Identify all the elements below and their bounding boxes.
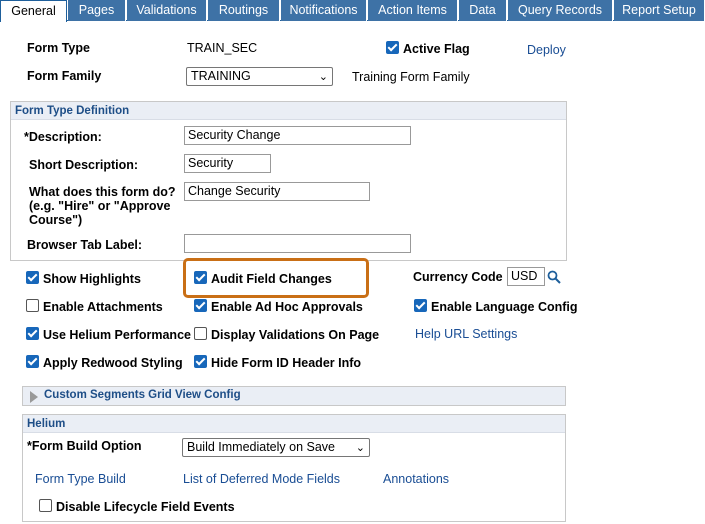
what-label-line-3: Course") xyxy=(29,213,83,227)
enable-language-checkbox[interactable] xyxy=(414,299,427,312)
tab-report-setup[interactable]: Report Setup xyxy=(614,0,705,21)
form-build-option-value: Build Immediately on Save xyxy=(187,440,335,454)
form-type-label: Form Type xyxy=(27,41,90,55)
form-family-description: Training Form Family xyxy=(352,70,470,84)
currency-code-label: Currency Code xyxy=(413,270,503,284)
what-does-form-do-label: What does this form do? (e.g. "Hire" or … xyxy=(29,185,176,227)
apply-redwood-checkbox[interactable] xyxy=(26,355,39,368)
tab-bar: General Pages Validations Routings Notif… xyxy=(0,0,705,22)
display-validations-checkbox[interactable] xyxy=(194,327,207,340)
apply-redwood-label: Apply Redwood Styling xyxy=(43,356,183,370)
custom-segments-section[interactable]: Custom Segments Grid View Config xyxy=(22,386,566,406)
active-flag-label: Active Flag xyxy=(403,42,470,56)
form-type-definition-title: Form Type Definition xyxy=(11,102,566,120)
currency-code-input[interactable]: USD xyxy=(507,267,545,286)
form-type-value: TRAIN_SEC xyxy=(187,41,258,55)
disable-lifecycle-label: Disable Lifecycle Field Events xyxy=(56,500,235,514)
hide-form-id-checkbox[interactable] xyxy=(194,355,207,368)
audit-field-changes-label: Audit Field Changes xyxy=(211,272,332,286)
use-helium-checkbox[interactable] xyxy=(26,327,39,340)
description-input[interactable]: Security Change xyxy=(184,126,411,145)
form-build-option-select[interactable]: Build Immediately on Save ⌄ xyxy=(182,438,370,457)
annotations-link[interactable]: Annotations xyxy=(383,472,449,486)
show-highlights-label: Show Highlights xyxy=(43,272,141,286)
enable-attachments-checkbox[interactable] xyxy=(26,299,39,312)
form-family-value: TRAINING xyxy=(191,69,251,83)
deploy-link[interactable]: Deploy xyxy=(527,43,566,57)
form-family-label: Form Family xyxy=(27,69,102,83)
short-description-label: Short Description: xyxy=(29,158,139,172)
short-description-input[interactable]: Security xyxy=(184,154,271,173)
use-helium-label: Use Helium Performance xyxy=(43,328,191,342)
active-flag-checkbox[interactable] xyxy=(386,41,399,54)
custom-segments-title: Custom Segments Grid View Config xyxy=(44,389,241,401)
tab-pages[interactable]: Pages xyxy=(68,0,126,21)
tab-general[interactable]: General xyxy=(0,0,67,22)
deferred-mode-fields-link[interactable]: List of Deferred Mode Fields xyxy=(183,472,340,486)
tab-data[interactable]: Data xyxy=(459,0,507,21)
tab-validations[interactable]: Validations xyxy=(127,0,207,21)
enable-ad-hoc-label: Enable Ad Hoc Approvals xyxy=(211,300,363,314)
enable-ad-hoc-checkbox[interactable] xyxy=(194,299,207,312)
browser-tab-label: Browser Tab Label: xyxy=(27,238,143,252)
help-url-settings-link[interactable]: Help URL Settings xyxy=(415,327,517,341)
search-icon[interactable] xyxy=(547,270,561,284)
helium-title: Helium xyxy=(23,415,565,433)
chevron-down-icon: ⌄ xyxy=(355,442,365,454)
form-family-select[interactable]: TRAINING ⌄ xyxy=(186,67,333,86)
hide-form-id-label: Hide Form ID Header Info xyxy=(211,356,362,370)
what-label-line-1: What does this form do? xyxy=(29,185,176,199)
show-highlights-checkbox[interactable] xyxy=(26,271,39,284)
tab-notifications[interactable]: Notifications xyxy=(281,0,367,21)
expand-arrow-icon[interactable] xyxy=(30,391,38,403)
tab-action-items[interactable]: Action Items xyxy=(368,0,458,21)
description-label: *Description: xyxy=(24,130,102,144)
what-label-line-2: (e.g. "Hire" or "Approve xyxy=(29,199,171,213)
tab-query-records[interactable]: Query Records xyxy=(508,0,613,21)
form-type-build-link[interactable]: Form Type Build xyxy=(35,472,126,486)
what-does-form-do-input[interactable]: Change Security xyxy=(184,182,370,201)
tab-routings[interactable]: Routings xyxy=(208,0,280,21)
disable-lifecycle-checkbox[interactable] xyxy=(39,499,52,512)
browser-tab-input[interactable] xyxy=(184,234,411,253)
audit-field-changes-checkbox[interactable] xyxy=(194,271,207,284)
display-validations-label: Display Validations On Page xyxy=(211,328,380,342)
enable-language-label: Enable Language Config xyxy=(431,300,578,314)
chevron-down-icon: ⌄ xyxy=(318,71,328,83)
enable-attachments-label: Enable Attachments xyxy=(43,300,163,314)
form-build-option-label: *Form Build Option xyxy=(27,439,142,453)
